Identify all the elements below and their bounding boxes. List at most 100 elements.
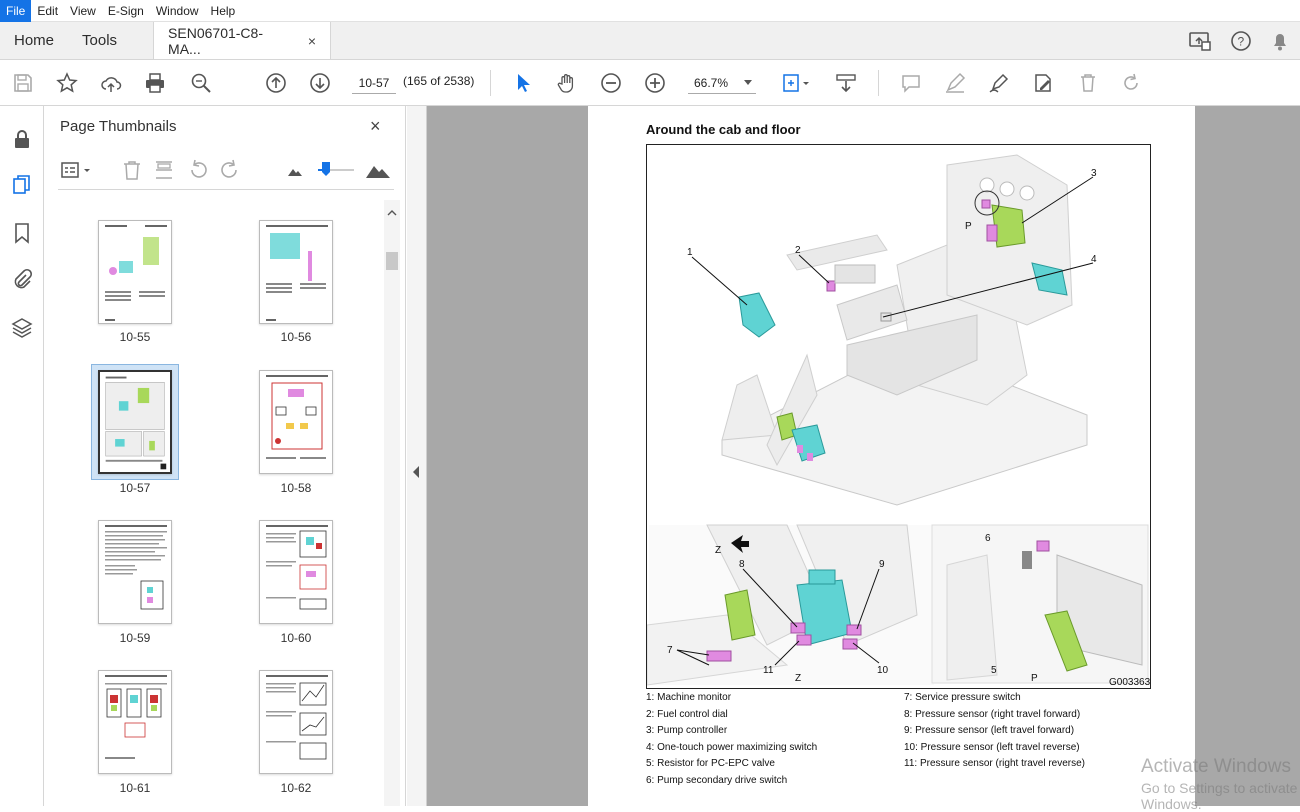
- tabbar-right-actions: ?: [1188, 22, 1290, 60]
- callout-number: 11: [763, 665, 774, 676]
- lock-icon[interactable]: [11, 128, 33, 150]
- zoom-in-button[interactable]: [642, 70, 668, 96]
- panel-collapse-handle[interactable]: [407, 106, 427, 806]
- fill-sign-button[interactable]: [1030, 70, 1056, 96]
- upload-button[interactable]: [98, 70, 124, 96]
- select-tool-button[interactable]: [510, 70, 536, 96]
- thumbnail-page-selected[interactable]: [98, 370, 172, 474]
- thumbnail-label: 10-61: [119, 781, 151, 795]
- callout-number: 7: [667, 645, 673, 656]
- bell-icon[interactable]: [1270, 30, 1290, 52]
- scroll-down-icon: [836, 74, 856, 93]
- activation-watermark-title: Activate Windows: [1141, 756, 1291, 777]
- highlight-button[interactable]: [942, 70, 968, 96]
- legend-item: 6: Pump secondary drive switch: [646, 774, 788, 786]
- attachment-icon[interactable]: [11, 268, 33, 290]
- thumbnail-page[interactable]: [259, 220, 333, 324]
- tab-document[interactable]: SEN06701-C8-MA... ×: [153, 22, 332, 59]
- legend-item: 1: Machine monitor: [646, 692, 732, 703]
- thumbnail-page[interactable]: [98, 520, 172, 624]
- printer-icon: [146, 73, 164, 93]
- previous-page-button[interactable]: [263, 70, 289, 96]
- thumbnail-label: 10-62: [280, 781, 312, 795]
- comment-button[interactable]: [898, 70, 924, 96]
- legend-item: 3: Pump controller: [646, 725, 728, 736]
- zoom-select[interactable]: 66.7%: [688, 72, 756, 94]
- thumbnail-list: 10-55 10-56 10-57 10-58 10-59 10-60 10-6…: [44, 200, 384, 806]
- svg-text:?: ?: [1238, 35, 1245, 49]
- thumbnail-page[interactable]: [98, 670, 172, 774]
- save-button[interactable]: [10, 70, 36, 96]
- thumbnail-preview: [266, 375, 328, 459]
- callout-number: 9: [879, 559, 885, 570]
- zoom-out-button[interactable]: [598, 70, 624, 96]
- options-menu-icon[interactable]: [60, 158, 94, 182]
- menu-view[interactable]: View: [64, 0, 102, 22]
- cab-floor-view: [721, 154, 1088, 506]
- thumbnail-toolbar: [58, 152, 394, 190]
- page-number-input[interactable]: 10-57: [352, 72, 396, 94]
- bookmark-star-button[interactable]: [54, 70, 80, 96]
- page-display-button[interactable]: [778, 70, 814, 96]
- parts-illustration: 1 2 3 4 P Z Z 8 9 7 11 10 6 5 P G003363: [646, 144, 1151, 689]
- trash-icon[interactable]: [120, 158, 144, 182]
- thumbnail-label: 10-58: [280, 481, 312, 495]
- thumbnail-preview: [105, 225, 167, 321]
- bookmark-icon[interactable]: [11, 222, 33, 244]
- thumbnail-scrollbar[interactable]: [384, 200, 400, 806]
- rotate-left-icon[interactable]: [186, 158, 210, 182]
- tab-tools[interactable]: Tools: [68, 22, 131, 59]
- draw-button[interactable]: [986, 70, 1012, 96]
- page-thumbnails-icon[interactable]: [11, 174, 33, 196]
- thumbnail-preview: [266, 225, 328, 321]
- share-screen-icon[interactable]: [1188, 30, 1212, 52]
- hand-tool-button[interactable]: [554, 70, 580, 96]
- delete-button[interactable]: [1075, 70, 1101, 96]
- layers-icon[interactable]: [11, 316, 33, 338]
- scrollbar-thumb[interactable]: [386, 252, 398, 270]
- tab-close-icon[interactable]: ×: [308, 33, 316, 49]
- comment-icon: [902, 75, 920, 93]
- thumbnail-label: 10-60: [280, 631, 312, 645]
- menu-file[interactable]: File: [0, 0, 32, 22]
- detail-view-z: [647, 524, 934, 686]
- arrow-down-circle-icon: [310, 73, 330, 93]
- menu-edit[interactable]: Edit: [31, 0, 64, 22]
- page-count: (165 of 2538): [403, 74, 475, 88]
- print-button[interactable]: [142, 70, 168, 96]
- trash-icon: [1081, 74, 1095, 92]
- thumbnail-page[interactable]: [259, 520, 333, 624]
- legend-right: 7: Service pressure switch 8: Pressure s…: [904, 692, 1085, 775]
- thumbnail-size-large-icon: [366, 166, 390, 178]
- figure-code: G0033638: [1109, 677, 1151, 688]
- thumbnail-preview: [266, 525, 328, 610]
- thumbnail-label: 10-59: [119, 631, 151, 645]
- pen-icon: [989, 73, 1009, 93]
- redo-icon: [1124, 73, 1138, 90]
- next-page-button[interactable]: [307, 70, 333, 96]
- help-icon[interactable]: ?: [1230, 30, 1252, 52]
- rotate-right-icon[interactable]: [218, 158, 242, 182]
- legend-left: 1: Machine monitor 2: Fuel control dial …: [646, 692, 817, 791]
- legend-item: 4: One-touch power maximizing switch: [646, 741, 818, 753]
- parts-diagram: 1 2 3 4 P Z Z 8 9 7 11 10 6 5 P G003363: [647, 154, 1151, 688]
- menu-window[interactable]: Window: [150, 0, 205, 22]
- scroll-mode-button[interactable]: [833, 70, 859, 96]
- thumbnail-size-slider[interactable]: [316, 158, 356, 182]
- thumbnail-page[interactable]: [98, 220, 172, 324]
- thumbnail-page[interactable]: [259, 670, 333, 774]
- main-toolbar: 10-57 (165 of 2538) 66.7%: [0, 60, 1300, 106]
- panel-close-icon[interactable]: ×: [370, 116, 381, 137]
- menu-esign[interactable]: E-Sign: [102, 0, 150, 22]
- extract-pages-icon[interactable]: [152, 158, 176, 182]
- menu-help[interactable]: Help: [205, 0, 242, 22]
- tab-home[interactable]: Home: [0, 22, 68, 59]
- view-label-p: P: [965, 221, 972, 232]
- thumbnail-page[interactable]: [259, 370, 333, 474]
- legend-item: 10: Pressure sensor (left travel reverse…: [904, 741, 1080, 753]
- find-button[interactable]: [188, 70, 214, 96]
- thumbnail-preview: [105, 675, 167, 759]
- view-label-p: P: [1031, 673, 1038, 684]
- redo-button[interactable]: [1118, 70, 1144, 96]
- scroll-up-icon[interactable]: [384, 206, 400, 220]
